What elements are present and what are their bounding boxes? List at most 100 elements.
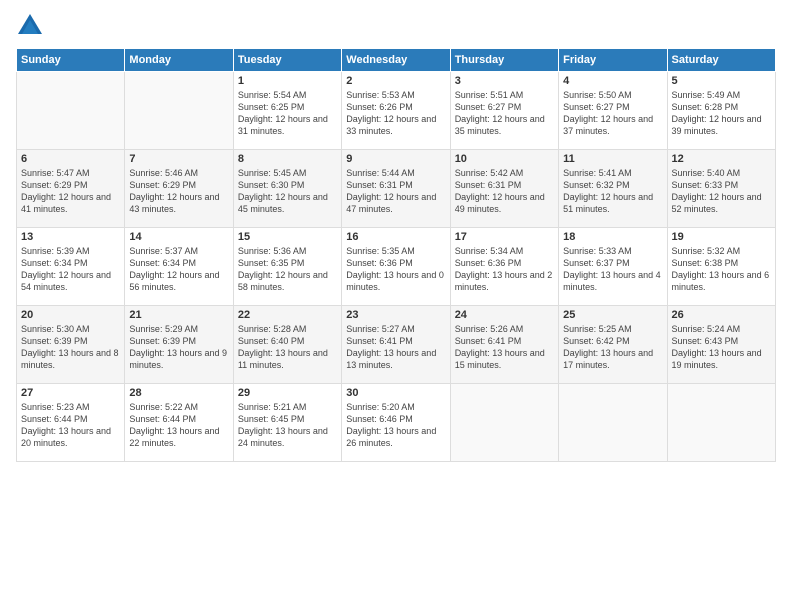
day-cell: 14 Sunrise: 5:37 AM Sunset: 6:34 PM Dayli… [125, 228, 233, 306]
day-number: 29 [238, 387, 337, 399]
day-cell: 26Sunrise: 5:24 AM Sunset: 6:43 PM Dayli… [667, 306, 775, 384]
day-info: Sunrise: 5:49 AM Sunset: 6:28 PM Dayligh… [672, 89, 771, 138]
day-cell: 25 Sunrise: 5:25 AM Sunset: 6:42 PM Dayli… [559, 306, 667, 384]
day-info: Sunrise: 5:40 AM Sunset: 6:33 PM Dayligh… [672, 167, 771, 216]
day-info: Sunrise: 5:21 AM Sunset: 6:45 PM Dayligh… [238, 401, 337, 450]
day-cell [125, 72, 233, 150]
day-cell: 16 Sunrise: 5:35 AM Sunset: 6:36 PM Dayli… [342, 228, 450, 306]
day-cell: 9 Sunrise: 5:44 AM Sunset: 6:31 PM Daylig… [342, 150, 450, 228]
day-info: Sunrise: 5:22 AM Sunset: 6:44 PM Dayligh… [129, 401, 228, 450]
day-number: 22 [238, 309, 337, 321]
day-info: Sunrise: 5:28 AM Sunset: 6:40 PM Dayligh… [238, 323, 337, 372]
week-row-2: 6 Sunrise: 5:47 AM Sunset: 6:29 PM Daylig… [17, 150, 776, 228]
day-info: Sunrise: 5:23 AM Sunset: 6:44 PM Dayligh… [21, 401, 120, 450]
day-cell: 27 Sunrise: 5:23 AM Sunset: 6:44 PM Dayli… [17, 384, 125, 462]
day-number: 24 [455, 309, 554, 321]
week-row-4: 20Sunrise: 5:30 AM Sunset: 6:39 PM Dayli… [17, 306, 776, 384]
day-cell: 23 Sunrise: 5:27 AM Sunset: 6:41 PM Dayli… [342, 306, 450, 384]
day-cell: 22 Sunrise: 5:28 AM Sunset: 6:40 PM Dayli… [233, 306, 341, 384]
day-number: 27 [21, 387, 120, 399]
day-cell: 3Sunrise: 5:51 AM Sunset: 6:27 PM Daylig… [450, 72, 558, 150]
day-info: Sunrise: 5:36 AM Sunset: 6:35 PM Dayligh… [238, 245, 337, 294]
day-cell: 19 Sunrise: 5:32 AM Sunset: 6:38 PM Dayli… [667, 228, 775, 306]
day-number: 2 [346, 75, 445, 87]
day-cell [17, 72, 125, 150]
day-number: 11 [563, 153, 662, 165]
day-info: Sunrise: 5:29 AM Sunset: 6:39 PM Dayligh… [129, 323, 228, 372]
day-info: Sunrise: 5:27 AM Sunset: 6:41 PM Dayligh… [346, 323, 445, 372]
day-number: 10 [455, 153, 554, 165]
day-info: Sunrise: 5:41 AM Sunset: 6:32 PM Dayligh… [563, 167, 662, 216]
day-cell: 20Sunrise: 5:30 AM Sunset: 6:39 PM Dayli… [17, 306, 125, 384]
logo-icon [16, 12, 44, 40]
day-cell: 4 Sunrise: 5:50 AM Sunset: 6:27 PM Daylig… [559, 72, 667, 150]
day-cell: 6 Sunrise: 5:47 AM Sunset: 6:29 PM Daylig… [17, 150, 125, 228]
day-info: Sunrise: 5:34 AM Sunset: 6:36 PM Dayligh… [455, 245, 554, 294]
day-info: Sunrise: 5:50 AM Sunset: 6:27 PM Dayligh… [563, 89, 662, 138]
day-cell [667, 384, 775, 462]
day-number: 8 [238, 153, 337, 165]
day-cell: 28 Sunrise: 5:22 AM Sunset: 6:44 PM Dayli… [125, 384, 233, 462]
day-number: 17 [455, 231, 554, 243]
day-cell: 1 Sunrise: 5:54 AM Sunset: 6:25 PM Daylig… [233, 72, 341, 150]
day-cell: 12 Sunrise: 5:40 AM Sunset: 6:33 PM Dayli… [667, 150, 775, 228]
day-info: Sunrise: 5:51 AM Sunset: 6:27 PM Dayligh… [455, 89, 554, 138]
day-info: Sunrise: 5:44 AM Sunset: 6:31 PM Dayligh… [346, 167, 445, 216]
day-number: 16 [346, 231, 445, 243]
day-number: 30 [346, 387, 445, 399]
calendar-table: SundayMondayTuesdayWednesdayThursdayFrid… [16, 48, 776, 462]
col-header-friday: Friday [559, 49, 667, 72]
col-header-saturday: Saturday [667, 49, 775, 72]
day-cell: 21Sunrise: 5:29 AM Sunset: 6:39 PM Dayli… [125, 306, 233, 384]
day-cell [450, 384, 558, 462]
day-number: 15 [238, 231, 337, 243]
day-cell: 8Sunrise: 5:45 AM Sunset: 6:30 PM Daylig… [233, 150, 341, 228]
day-info: Sunrise: 5:37 AM Sunset: 6:34 PM Dayligh… [129, 245, 228, 294]
col-header-monday: Monday [125, 49, 233, 72]
day-info: Sunrise: 5:30 AM Sunset: 6:39 PM Dayligh… [21, 323, 120, 372]
day-cell [559, 384, 667, 462]
day-number: 1 [238, 75, 337, 87]
day-cell: 24 Sunrise: 5:26 AM Sunset: 6:41 PM Dayli… [450, 306, 558, 384]
day-info: Sunrise: 5:54 AM Sunset: 6:25 PM Dayligh… [238, 89, 337, 138]
col-header-sunday: Sunday [17, 49, 125, 72]
day-number: 19 [672, 231, 771, 243]
day-info: Sunrise: 5:25 AM Sunset: 6:42 PM Dayligh… [563, 323, 662, 372]
day-info: Sunrise: 5:39 AM Sunset: 6:34 PM Dayligh… [21, 245, 120, 294]
day-cell: 15 Sunrise: 5:36 AM Sunset: 6:35 PM Dayli… [233, 228, 341, 306]
day-info: Sunrise: 5:20 AM Sunset: 6:46 PM Dayligh… [346, 401, 445, 450]
day-cell: 10 Sunrise: 5:42 AM Sunset: 6:31 PM Dayli… [450, 150, 558, 228]
day-info: Sunrise: 5:35 AM Sunset: 6:36 PM Dayligh… [346, 245, 445, 294]
day-info: Sunrise: 5:42 AM Sunset: 6:31 PM Dayligh… [455, 167, 554, 216]
day-cell: 2 Sunrise: 5:53 AM Sunset: 6:26 PM Daylig… [342, 72, 450, 150]
day-number: 14 [129, 231, 228, 243]
page: SundayMondayTuesdayWednesdayThursdayFrid… [0, 0, 792, 612]
day-info: Sunrise: 5:32 AM Sunset: 6:38 PM Dayligh… [672, 245, 771, 294]
day-cell: 30 Sunrise: 5:20 AM Sunset: 6:46 PM Dayli… [342, 384, 450, 462]
day-number: 9 [346, 153, 445, 165]
col-header-tuesday: Tuesday [233, 49, 341, 72]
day-number: 4 [563, 75, 662, 87]
day-cell: 13 Sunrise: 5:39 AM Sunset: 6:34 PM Dayli… [17, 228, 125, 306]
day-number: 26 [672, 309, 771, 321]
day-number: 13 [21, 231, 120, 243]
col-header-thursday: Thursday [450, 49, 558, 72]
week-row-3: 13 Sunrise: 5:39 AM Sunset: 6:34 PM Dayli… [17, 228, 776, 306]
day-info: Sunrise: 5:26 AM Sunset: 6:41 PM Dayligh… [455, 323, 554, 372]
header [16, 12, 776, 40]
day-number: 25 [563, 309, 662, 321]
day-info: Sunrise: 5:33 AM Sunset: 6:37 PM Dayligh… [563, 245, 662, 294]
day-number: 12 [672, 153, 771, 165]
day-info: Sunrise: 5:53 AM Sunset: 6:26 PM Dayligh… [346, 89, 445, 138]
day-cell: 11 Sunrise: 5:41 AM Sunset: 6:32 PM Dayli… [559, 150, 667, 228]
day-cell: 18 Sunrise: 5:33 AM Sunset: 6:37 PM Dayli… [559, 228, 667, 306]
day-cell: 5Sunrise: 5:49 AM Sunset: 6:28 PM Daylig… [667, 72, 775, 150]
col-header-wednesday: Wednesday [342, 49, 450, 72]
day-number: 23 [346, 309, 445, 321]
day-number: 18 [563, 231, 662, 243]
week-row-5: 27 Sunrise: 5:23 AM Sunset: 6:44 PM Dayli… [17, 384, 776, 462]
day-number: 6 [21, 153, 120, 165]
day-info: Sunrise: 5:47 AM Sunset: 6:29 PM Dayligh… [21, 167, 120, 216]
week-row-1: 1 Sunrise: 5:54 AM Sunset: 6:25 PM Daylig… [17, 72, 776, 150]
day-number: 28 [129, 387, 228, 399]
